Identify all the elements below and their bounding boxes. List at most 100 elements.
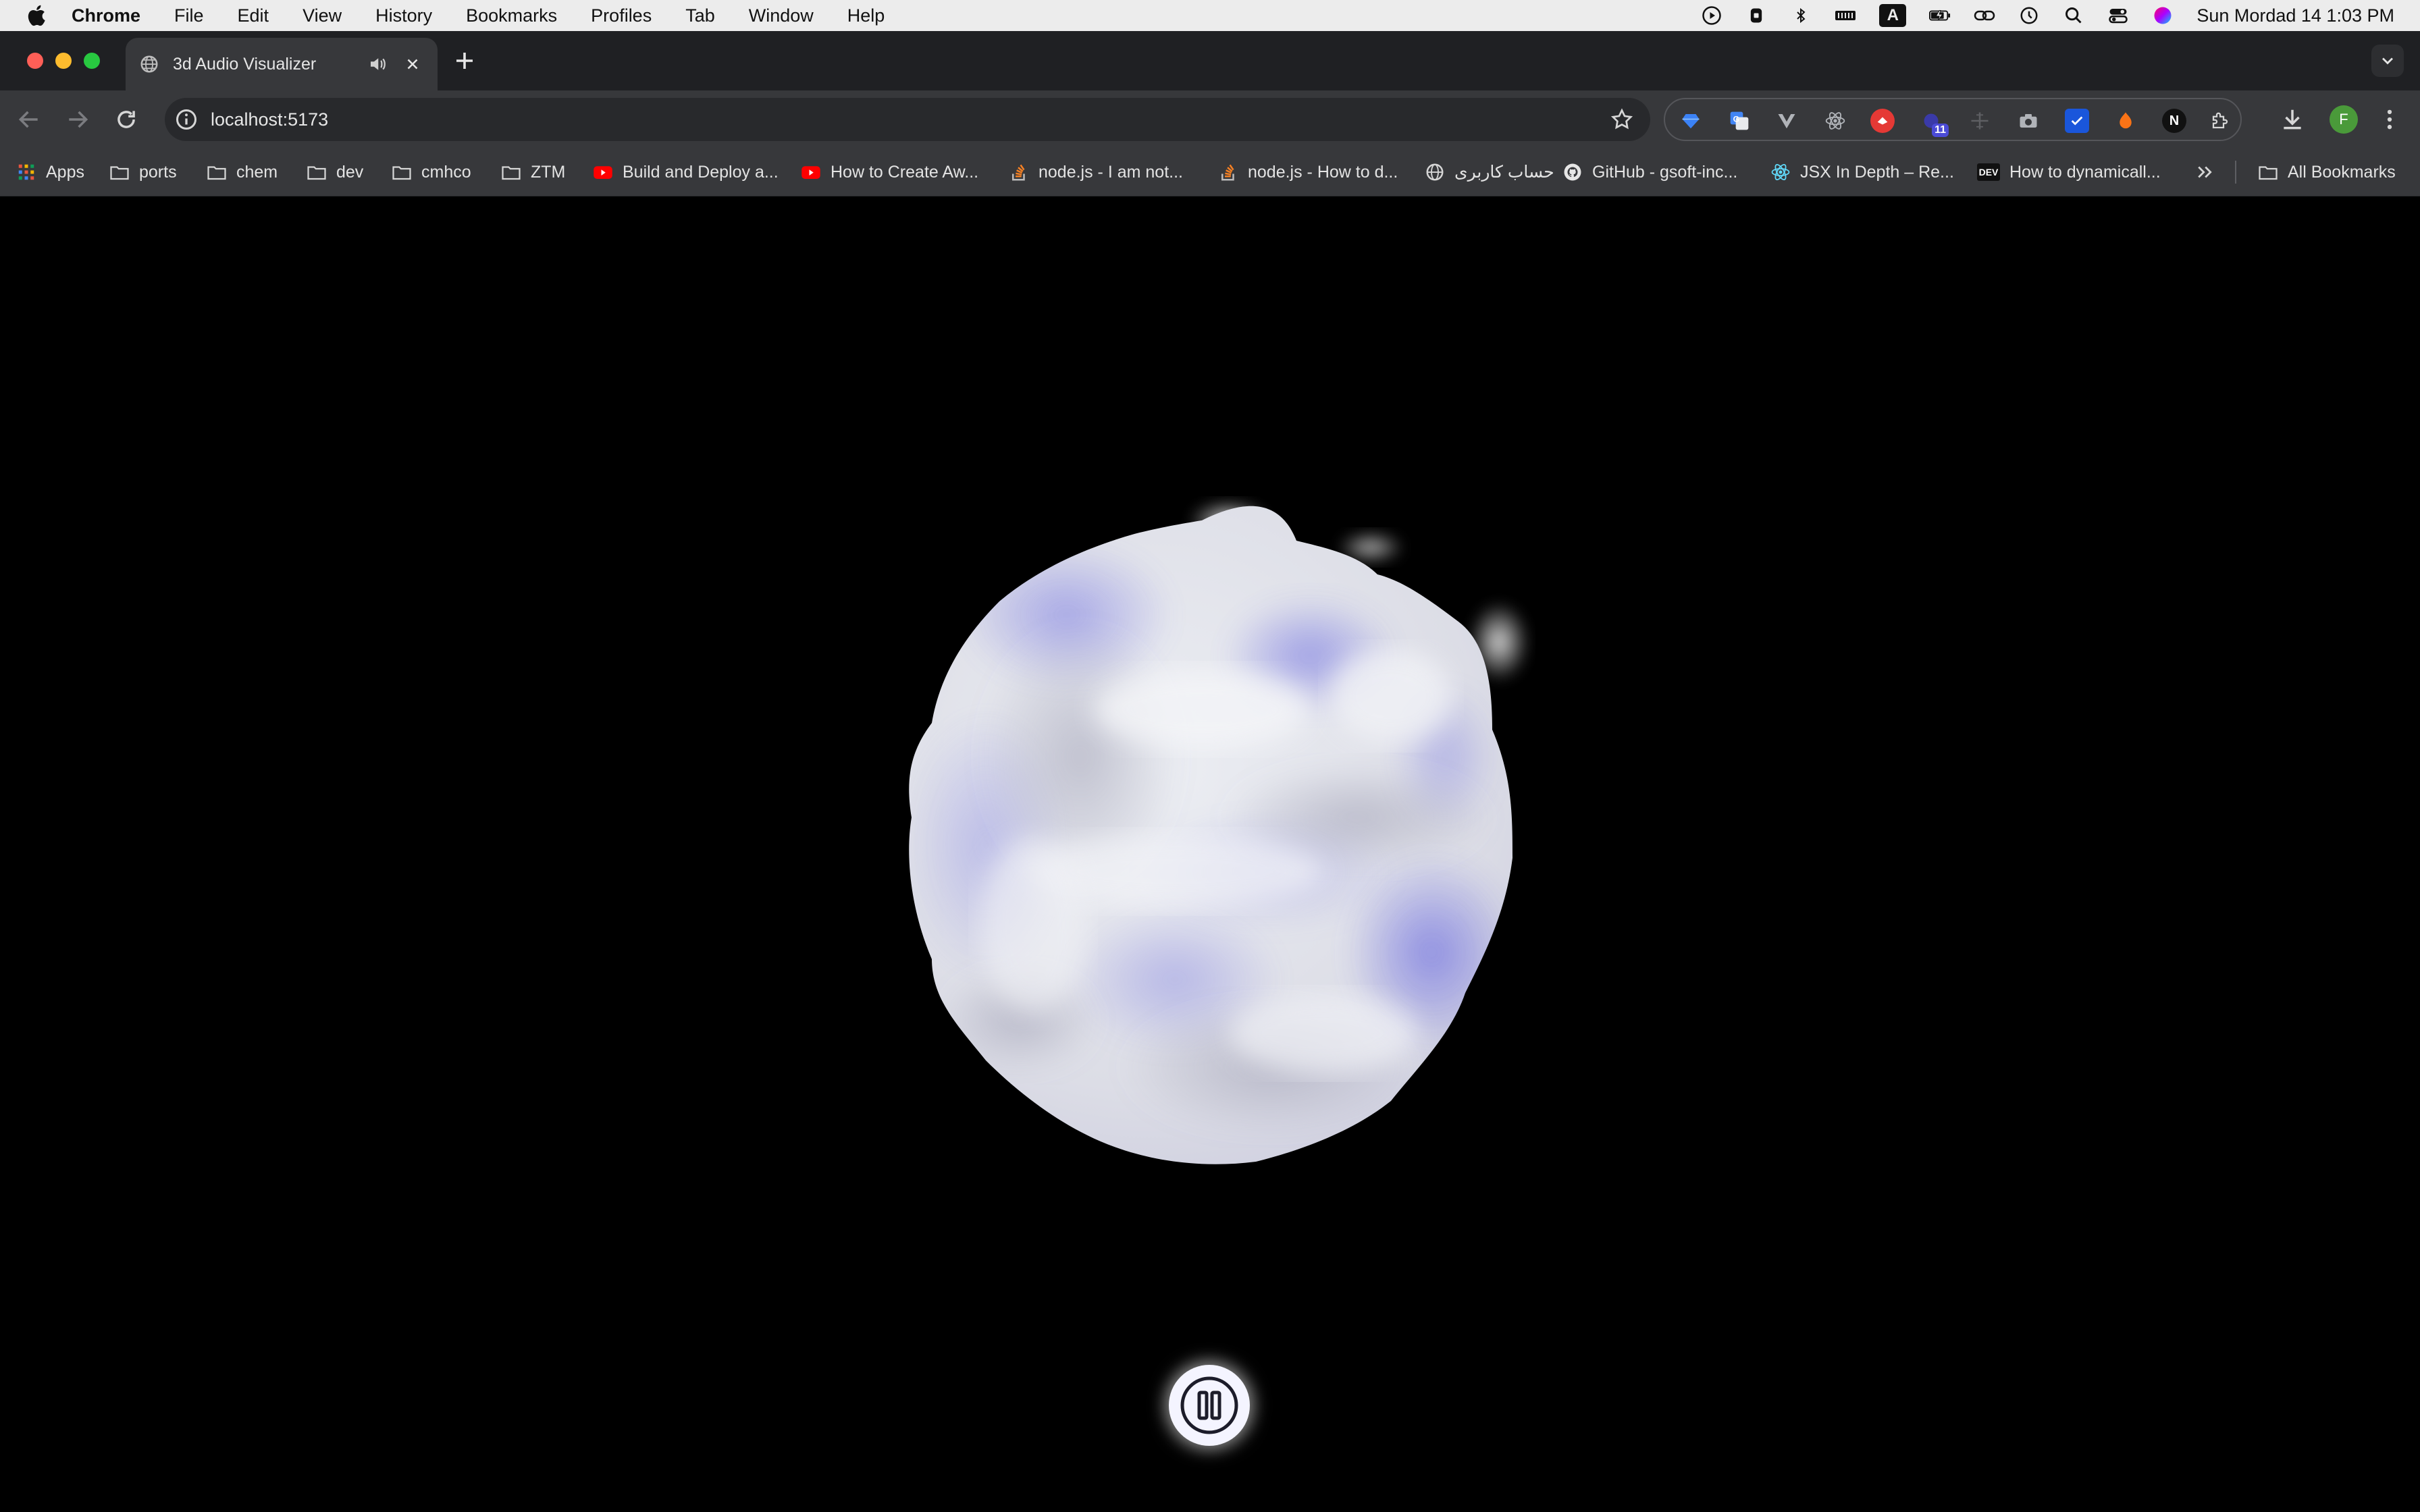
bookmark-user-account[interactable]: حساب کاربری — [1425, 148, 1554, 196]
downloads-icon[interactable] — [2280, 107, 2305, 132]
bookmark-github[interactable]: GitHub - gsoft-inc... — [1562, 148, 1737, 196]
stackoverflow-icon — [1012, 164, 1025, 181]
camera-extension-icon[interactable] — [2016, 109, 2041, 133]
vue-devtools-icon[interactable] — [1774, 109, 1799, 133]
bookmark-label: How to Create Aw... — [831, 162, 979, 182]
dev-badge-text: DEV — [1978, 167, 1999, 178]
play-circle-icon[interactable] — [1701, 5, 1722, 26]
folder-icon — [502, 166, 521, 180]
bookmark-label: dev — [336, 162, 364, 182]
bookmark-nodejs-not[interactable]: node.js - I am not... — [1009, 148, 1183, 196]
bookmark-label: cmhco — [421, 162, 471, 182]
bookmark-label: How to dynamicall... — [2009, 162, 2161, 182]
extensions-puzzle-icon[interactable] — [2208, 109, 2232, 133]
site-info-icon[interactable] — [174, 107, 199, 132]
menu-bookmarks[interactable]: Bookmarks — [466, 5, 557, 26]
folder-icon — [2259, 166, 2278, 180]
control-center-icon[interactable] — [2107, 5, 2129, 26]
menu-window[interactable]: Window — [749, 5, 814, 26]
react-devtools-icon[interactable] — [1823, 109, 1847, 133]
visualizer-canvas[interactable] — [0, 196, 2420, 1512]
input-source-icon[interactable]: A — [1879, 4, 1907, 27]
forward-button[interactable] — [65, 107, 90, 132]
react-icon — [1771, 164, 1790, 180]
bookmark-label: ZTM — [531, 162, 566, 182]
close-icon[interactable] — [404, 55, 421, 73]
window-maximize-button[interactable] — [84, 53, 100, 69]
reload-button[interactable] — [113, 107, 139, 132]
notion-extension-icon[interactable]: N — [2162, 109, 2186, 133]
blob-graphic — [909, 500, 1529, 1164]
link-icon[interactable] — [1974, 5, 1995, 26]
bookmark-folder-cmhco[interactable]: cmhco — [392, 148, 471, 196]
youtube-icon — [801, 166, 820, 179]
more-menu-icon[interactable] — [2377, 107, 2402, 132]
bookmark-folder-chem[interactable]: chem — [207, 148, 278, 196]
menu-view[interactable]: View — [302, 5, 342, 26]
all-bookmarks-label: All Bookmarks — [2288, 162, 2396, 182]
bookmark-folder-ports[interactable]: ports — [109, 148, 177, 196]
bookmark-label: chem — [236, 162, 278, 182]
bluetooth-icon[interactable] — [1790, 5, 1812, 26]
bookmark-folder-dev[interactable]: dev — [307, 148, 363, 196]
bookmark-jsx-in-depth[interactable]: JSX In Depth – Re... — [1770, 148, 1954, 196]
tab-search-button[interactable] — [2371, 45, 2404, 77]
menu-edit[interactable]: Edit — [238, 5, 269, 26]
menu-history[interactable]: History — [375, 5, 432, 26]
menu-help[interactable]: Help — [847, 5, 885, 26]
window-minimize-button[interactable] — [55, 53, 72, 69]
menu-tab[interactable]: Tab — [685, 5, 715, 26]
new-tab-button[interactable] — [452, 49, 477, 73]
menubar-clock[interactable]: Sun Mordad 14 1:03 PM — [2197, 5, 2394, 26]
checkmark-extension-icon[interactable] — [2065, 109, 2089, 133]
apple-logo-icon[interactable] — [26, 3, 50, 28]
siri-icon[interactable] — [2152, 5, 2174, 26]
folder-icon — [392, 166, 411, 180]
apps-grid-icon — [18, 164, 34, 180]
bookmarks-divider — [2235, 161, 2236, 184]
bookmark-label: حساب کاربری — [1454, 163, 1554, 182]
diamond-extension-icon[interactable] — [1679, 109, 1703, 133]
github-icon — [1564, 163, 1581, 181]
clock-icon[interactable] — [2018, 5, 2040, 26]
bookmark-label: GitHub - gsoft-inc... — [1592, 162, 1738, 182]
battery-bars-icon[interactable] — [1835, 5, 1856, 26]
tab-title: 3d Audio Visualizer — [173, 54, 317, 74]
bookmark-label: Build and Deploy a... — [623, 162, 779, 182]
pause-icon — [1180, 1376, 1238, 1434]
menu-profiles[interactable]: Profiles — [591, 5, 652, 26]
back-button[interactable] — [16, 107, 42, 132]
macos-menu-bar: Chrome File Edit View History Bookmarks … — [0, 0, 2420, 31]
bookmark-how-to-create[interactable]: How to Create Aw... — [801, 148, 978, 196]
bookmark-star-icon[interactable] — [1610, 107, 1634, 132]
chevron-double-right-icon[interactable] — [2194, 162, 2215, 182]
translate-extension-icon[interactable]: G — [1727, 109, 1752, 133]
url-text[interactable]: localhost:5173 — [211, 109, 328, 130]
address-bar[interactable]: localhost:5173 — [165, 98, 1650, 141]
bookmark-label: node.js - How to d... — [1248, 162, 1398, 182]
menu-file[interactable]: File — [174, 5, 204, 26]
lock-icon[interactable] — [1745, 5, 1767, 26]
menu-app-name[interactable]: Chrome — [72, 5, 140, 26]
bookmark-folder-ztm[interactable]: ZTM — [501, 148, 565, 196]
battery-charging-icon[interactable] — [1929, 5, 1951, 26]
profile-avatar[interactable]: F — [2330, 105, 2358, 134]
search-icon[interactable] — [2063, 5, 2084, 26]
window-close-button[interactable] — [27, 53, 43, 69]
active-tab[interactable]: 3d Audio Visualizer — [126, 38, 438, 90]
folder-icon — [110, 166, 129, 180]
bookmark-build-deploy[interactable]: Build and Deploy a... — [593, 148, 779, 196]
chevron-down-icon — [2382, 57, 2393, 65]
all-bookmarks-button[interactable]: All Bookmarks — [2258, 148, 2396, 196]
ruler-extension-icon[interactable] — [1968, 109, 1992, 133]
bookmark-nodejs-how[interactable]: node.js - How to d... — [1218, 148, 1398, 196]
pause-button[interactable] — [1169, 1365, 1250, 1446]
folder-icon — [307, 166, 326, 180]
input-source-label: A — [1887, 6, 1899, 24]
speaker-icon[interactable] — [367, 54, 388, 74]
red-extension-icon[interactable] — [1870, 109, 1895, 133]
bookmark-apps[interactable]: Apps — [16, 148, 84, 196]
bookmark-how-to-dynamically[interactable]: DEV How to dynamicall... — [1977, 148, 2161, 196]
orange-extension-icon[interactable] — [2113, 109, 2138, 133]
badge-extension-icon[interactable]: 11 — [1919, 109, 1949, 137]
